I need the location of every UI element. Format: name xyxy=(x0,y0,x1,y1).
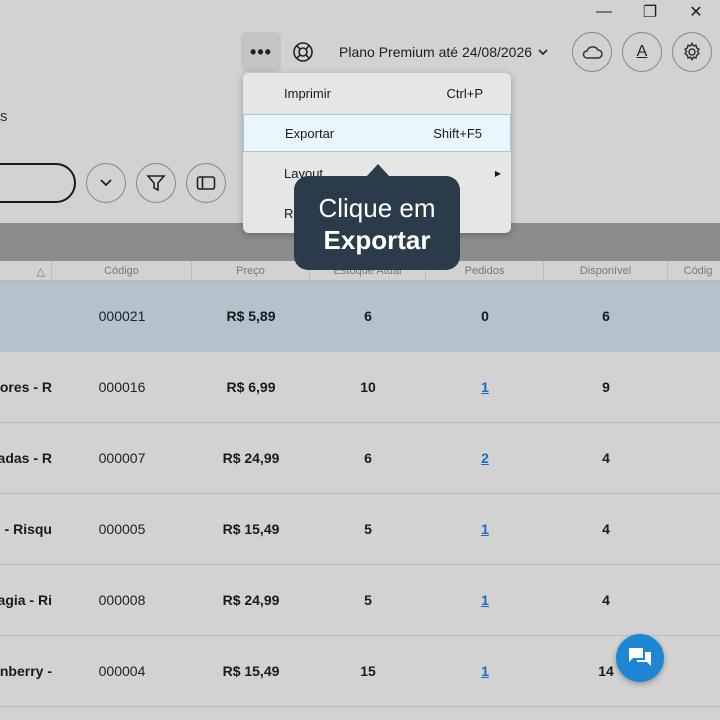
menu-item-shortcut: Shift+F5 xyxy=(433,125,482,141)
cell-stock: 5 xyxy=(364,521,372,537)
menu-item-shortcut: Ctrl+P xyxy=(446,85,483,101)
cell-name xyxy=(0,281,52,351)
cloud-icon xyxy=(582,46,603,59)
cell-name: - Risqu xyxy=(4,521,52,537)
more-icon: ••• xyxy=(250,41,272,62)
plan-selector[interactable]: Plano Premium até 24/08/2026 xyxy=(339,44,548,60)
header-codigo-2[interactable]: Códig xyxy=(668,261,720,281)
chat-icon xyxy=(629,648,651,666)
orders-link[interactable]: 1 xyxy=(481,521,489,537)
cell-available: 4 xyxy=(602,450,610,466)
settings-button[interactable] xyxy=(672,32,712,72)
cell-stock: 15 xyxy=(360,663,376,679)
submenu-arrow-icon: ▶ xyxy=(494,168,501,178)
table-row[interactable]: - Risqu 000005 R$ 15,49 5 1 4 xyxy=(0,494,720,565)
table-row[interactable]: 000021 R$ 5,89 6 0 6 xyxy=(0,281,720,352)
more-options-button[interactable]: ••• xyxy=(241,32,281,72)
chevron-down-icon xyxy=(100,179,112,187)
cell-available: 4 xyxy=(602,521,610,537)
table-row[interactable]: adas - R 000007 R$ 24,99 6 2 4 xyxy=(0,423,720,494)
help-lifebuoy-icon xyxy=(293,42,313,62)
font-settings-button[interactable]: A xyxy=(622,32,662,72)
orders-link[interactable]: 1 xyxy=(481,379,489,395)
cell-available: 4 xyxy=(602,592,610,608)
panel-icon xyxy=(196,176,216,190)
tooltip-line-2: Exportar xyxy=(323,225,431,255)
cell-orders: 1 xyxy=(426,352,544,422)
filter-button[interactable] xyxy=(136,163,176,203)
chevron-down-icon xyxy=(538,49,548,56)
search-input[interactable] xyxy=(0,163,76,203)
plan-text: Plano Premium até 24/08/2026 xyxy=(339,44,533,60)
cell-stock: 6 xyxy=(364,308,372,324)
close-window-button[interactable]: ✕ xyxy=(673,0,719,24)
partial-title: s xyxy=(0,108,8,125)
cell-name: agia - Ri xyxy=(0,592,52,608)
header-codigo[interactable]: Código xyxy=(52,261,192,281)
cell-name: adas - R xyxy=(0,450,52,466)
cell-code: 000016 xyxy=(98,379,146,395)
maximize-button[interactable]: ❐ xyxy=(627,0,673,24)
cell-orders: 1 xyxy=(426,494,544,564)
orders-link[interactable]: 2 xyxy=(481,450,489,466)
menu-item-label: Exportar xyxy=(285,125,335,141)
menu-item-label: Imprimir xyxy=(284,85,331,101)
cell-name: ores - R xyxy=(0,379,52,395)
orders-link[interactable]: 1 xyxy=(481,592,489,608)
minimize-button[interactable]: — xyxy=(581,0,627,24)
cloud-sync-button[interactable] xyxy=(572,32,612,72)
filter-icon xyxy=(146,175,166,192)
help-button[interactable] xyxy=(288,36,318,68)
tooltip-line-1: Clique em xyxy=(318,193,436,223)
cell-orders: 1 xyxy=(426,636,544,706)
sort-icon[interactable]: △ xyxy=(0,261,52,281)
cell-orders: 2 xyxy=(426,423,544,493)
cell-stock: 5 xyxy=(364,592,372,608)
table-row[interactable]: agia - Ri 000008 R$ 24,99 5 1 4 xyxy=(0,565,720,636)
cell-stock: 6 xyxy=(364,450,372,466)
cell-orders: 1 xyxy=(426,565,544,635)
cell-code: 000008 xyxy=(98,592,146,608)
cell-orders: 0 xyxy=(481,308,489,324)
gear-icon xyxy=(684,42,700,61)
header-disponivel[interactable]: Disponível xyxy=(544,261,668,281)
menu-item-exportar[interactable]: Exportar Shift+F5 xyxy=(243,114,511,152)
cell-code: 000007 xyxy=(98,450,146,466)
header-preco[interactable]: Preço xyxy=(192,261,310,281)
columns-button[interactable] xyxy=(186,163,226,203)
cell-stock: 10 xyxy=(360,379,376,395)
font-icon: A xyxy=(636,43,648,60)
cell-price: R$ 15,49 xyxy=(222,521,280,537)
expand-button[interactable] xyxy=(86,163,126,203)
cell-available: 6 xyxy=(602,308,610,324)
cell-code: 000005 xyxy=(98,521,146,537)
table-row[interactable]: ores - R 000016 R$ 6,99 10 1 9 xyxy=(0,352,720,423)
cell-price: R$ 24,99 xyxy=(222,592,280,608)
guide-tooltip: Clique em Exportar xyxy=(294,164,460,270)
cell-price: R$ 15,49 xyxy=(222,663,280,679)
menu-item-imprimir[interactable]: Imprimir Ctrl+P xyxy=(243,74,511,112)
table-row[interactable]: nberry - 000004 R$ 15,49 15 1 14 xyxy=(0,636,720,707)
orders-link[interactable]: 1 xyxy=(481,663,489,679)
cell-code: 000021 xyxy=(98,308,146,324)
chat-support-button[interactable] xyxy=(616,634,664,682)
cell-name: nberry - xyxy=(0,663,52,679)
cell-available: 9 xyxy=(602,379,610,395)
cell-price: R$ 5,89 xyxy=(226,308,276,324)
cell-code: 000004 xyxy=(98,663,146,679)
cell-price: R$ 24,99 xyxy=(222,450,280,466)
cell-price: R$ 6,99 xyxy=(226,379,276,395)
